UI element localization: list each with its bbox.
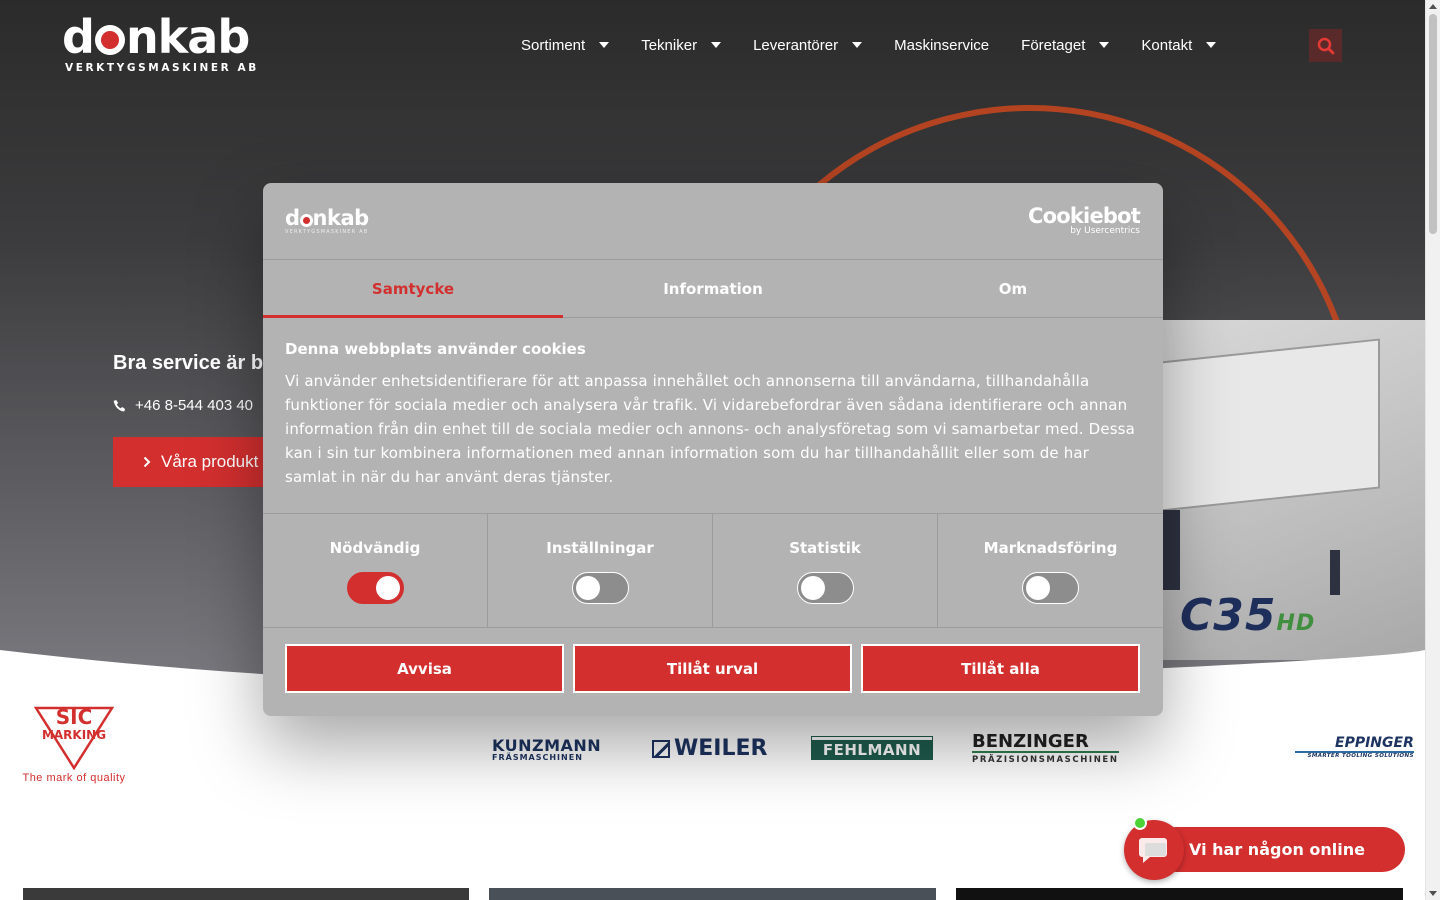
toggle-installningar[interactable]: [571, 572, 629, 604]
brand-logo-fehlmann[interactable]: FEHLMANN: [811, 736, 933, 760]
hero-title: Bra service är bra: [113, 352, 283, 374]
chat-widget[interactable]: Vi har någon online: [1124, 816, 1405, 880]
scroll-thumb[interactable]: [1429, 14, 1437, 234]
toggle-statistik[interactable]: [796, 572, 854, 604]
cookie-dialog-header: d nkab VERKTYGSMASKINER AB Cookiebot by U…: [263, 183, 1163, 260]
chat-bubble-button[interactable]: [1124, 820, 1184, 880]
cookie-dialog-logo: d nkab VERKTYGSMASKINER AB: [285, 206, 369, 235]
nav-item-kontakt[interactable]: Kontakt: [1125, 26, 1232, 64]
caret-down-icon: [711, 42, 722, 48]
allow-selection-button[interactable]: Tillåt urval: [573, 644, 852, 693]
chat-label: Vi har någon online: [1189, 840, 1365, 859]
category-marknadsforing: Marknadsföring: [938, 514, 1163, 627]
logo-subtitle: VERKTYGSMASKINER AB: [65, 62, 259, 74]
logo-dot-icon: [299, 213, 313, 227]
sic-tagline: The mark of quality: [22, 772, 126, 784]
toggle-nodvandig[interactable]: [346, 572, 404, 604]
nav-item-foretaget[interactable]: Företaget: [1005, 26, 1125, 64]
phone-icon: [113, 399, 126, 411]
chat-bubble-icon: [1139, 838, 1167, 863]
caret-down-icon: [1099, 42, 1110, 48]
tab-samtycke[interactable]: Samtycke: [263, 260, 563, 318]
caret-down-icon: [852, 42, 863, 48]
toggle-marknadsforing[interactable]: [1022, 572, 1079, 604]
content-card[interactable]: [23, 888, 469, 900]
brand-logo-sic-marking[interactable]: SIC MARKING The mark of quality: [12, 706, 136, 788]
machine-window: [1160, 338, 1380, 512]
products-button-label: Våra produkt: [161, 452, 259, 471]
hero-phone[interactable]: +46 8-544 403 40: [113, 397, 253, 414]
main-nav: Sortiment Tekniker Leverantörer Maskinse…: [505, 26, 1232, 64]
nav-item-leverantorer[interactable]: Leverantörer: [737, 26, 878, 64]
brand-logo-weiler[interactable]: WEILER: [652, 736, 767, 761]
category-label: Inställningar: [546, 539, 654, 557]
logo-dot-icon: [94, 25, 125, 55]
reject-button[interactable]: Avvisa: [285, 644, 564, 693]
chat-button[interactable]: Vi har någon online: [1154, 827, 1405, 872]
cookie-dialog-body: Denna webbplats använder cookies Vi anvä…: [263, 318, 1163, 514]
site-logo[interactable]: d nkab VERKTYGSMASKINER AB: [62, 14, 259, 74]
sic-brand-name: SIC MARKING: [41, 705, 107, 742]
cookie-consent-dialog: d nkab VERKTYGSMASKINER AB Cookiebot by U…: [263, 183, 1163, 716]
category-label: Marknadsföring: [983, 539, 1118, 557]
allow-all-button[interactable]: Tillåt alla: [861, 644, 1140, 693]
machine-image: C35HD: [1140, 320, 1425, 660]
nav-item-maskinservice[interactable]: Maskinservice: [878, 26, 1005, 64]
cookie-categories: Nödvändig Inställningar Statistik Markna…: [263, 514, 1163, 628]
chevron-right-icon: [143, 456, 151, 468]
brand-logo-eppinger[interactable]: EPPINGER SMARTER TOOLING SOLUTIONS: [1295, 735, 1414, 759]
category-statistik: Statistik: [713, 514, 938, 627]
content-card[interactable]: [489, 888, 936, 900]
tab-om[interactable]: Om: [863, 260, 1163, 317]
online-status-dot: [1133, 816, 1147, 830]
caret-down-icon: [599, 42, 610, 48]
cookie-heading: Denna webbplats använder cookies: [285, 340, 586, 358]
category-installningar: Inställningar: [488, 514, 713, 627]
tab-information[interactable]: Information: [563, 260, 863, 317]
category-label: Nödvändig: [329, 539, 421, 557]
brand-logo-kunzmann[interactable]: KUNZMANN FRÄSMASCHINEN: [492, 736, 601, 762]
cookie-description: Vi använder enhetsidentifierare för att …: [285, 372, 1135, 486]
weiler-mark-icon: [652, 739, 670, 758]
nav-item-tekniker[interactable]: Tekniker: [625, 26, 737, 64]
content-card[interactable]: [956, 888, 1403, 900]
category-nodvandig: Nödvändig: [263, 514, 488, 627]
brand-logo-benzinger[interactable]: BENZINGER PRÄZISIONSMASCHINEN: [972, 733, 1119, 765]
cookie-buttons: Avvisa Tillåt urval Tillåt alla: [263, 628, 1163, 709]
scroll-up-arrow-icon[interactable]: [1429, 4, 1437, 9]
search-button[interactable]: [1309, 29, 1342, 62]
cookiebot-logo[interactable]: Cookiebot by Usercentrics: [1028, 205, 1141, 236]
category-label: Statistik: [789, 539, 861, 557]
cookie-tabs: Samtycke Information Om: [263, 260, 1163, 318]
search-icon: [1317, 37, 1334, 54]
machine-detail: [1330, 550, 1340, 595]
caret-down-icon: [1206, 42, 1217, 48]
machine-model-label: C35HD: [1180, 590, 1316, 641]
scroll-down-arrow-icon[interactable]: [1429, 891, 1437, 896]
phone-number: +46 8-544 403 40: [135, 397, 254, 414]
nav-item-sortiment[interactable]: Sortiment: [505, 26, 625, 64]
page-scrollbar[interactable]: [1425, 0, 1440, 900]
